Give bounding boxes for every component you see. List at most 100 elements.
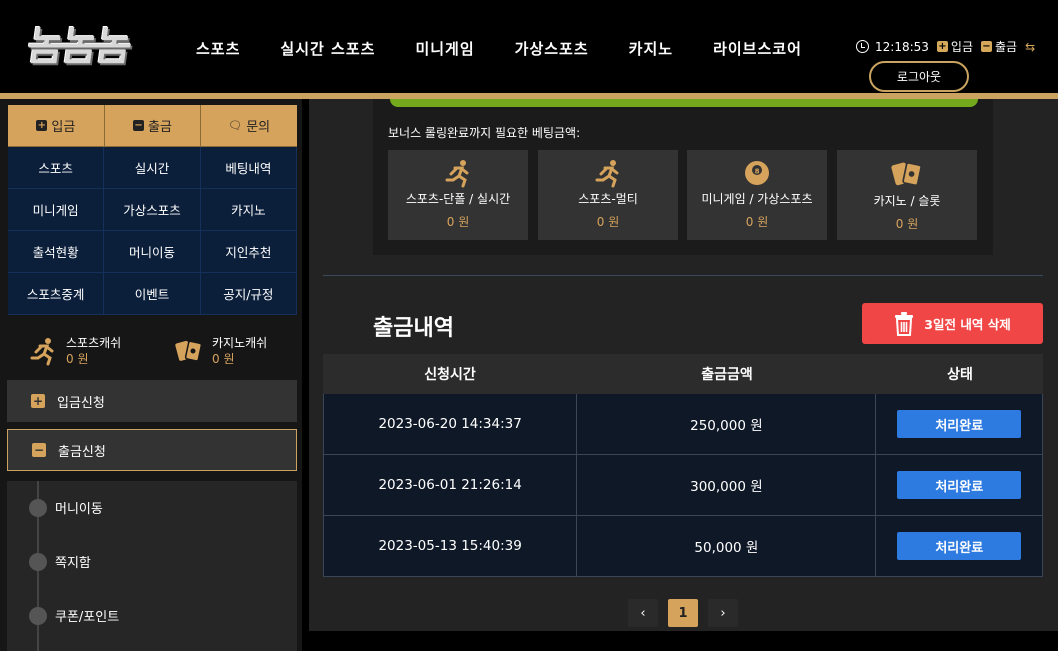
bonus-card-value: 0 원 [596, 215, 620, 229]
nav-minigame[interactable]: 미니게임 [415, 38, 474, 59]
menu-minigame[interactable]: 미니게임 [8, 189, 105, 231]
svg-text:8: 8 [755, 168, 760, 176]
withdraw-request-button[interactable]: − 출금신청 [7, 429, 297, 471]
withdrawal-table: 신청시간 출금금액 상태 2023-06-20 14:34:37 250,000… [323, 354, 1043, 577]
quick-deposit-button[interactable]: + 입금 [8, 105, 105, 147]
sidebar-menu-grid: 스포츠 실시간 베팅내역 미니게임 가상스포츠 카지노 출석현황 머니이동 지인… [8, 147, 297, 315]
bonus-card-sports-single: 스포츠-단폴 / 실시간 0 원 [388, 150, 528, 240]
menu-sports-stream[interactable]: 스포츠중계 [8, 273, 105, 315]
cards-icon [175, 340, 203, 362]
casino-cash-label: 카지노캐쉬 [212, 336, 268, 350]
menu-attendance[interactable]: 출석현황 [8, 231, 105, 273]
nav-casino[interactable]: 카지노 [629, 38, 673, 59]
nav-live-sports[interactable]: 실시간 스포츠 [280, 38, 375, 59]
menu-bet-history[interactable]: 베팅내역 [200, 147, 297, 189]
sub-item-messages[interactable]: 쪽지함 [29, 552, 91, 571]
next-page-button[interactable]: › [708, 599, 738, 627]
plus-icon: + [36, 119, 48, 131]
top-withdraw-link[interactable]: − 출금 [981, 38, 1017, 55]
top-deposit-label: 입금 [950, 40, 973, 54]
top-deposit-link[interactable]: + 입금 [936, 38, 973, 55]
bonus-card-value: 0 원 [446, 215, 470, 229]
runner-icon [445, 160, 469, 188]
menu-notice[interactable]: 공지/규정 [200, 273, 297, 315]
sub-menu-panel: 머니이동 쪽지함 쿠폰/포인트 [7, 481, 297, 651]
bonus-card-casino: 카지노 / 슬롯 0 원 [837, 150, 977, 240]
sports-cash: 스포츠캐쉬 0 원 [28, 335, 121, 367]
site-header: 놈놈놈 스포츠 실시간 스포츠 미니게임 가상스포츠 카지노 라이브스코어 12… [0, 0, 1058, 94]
bullet-icon [29, 552, 47, 571]
cell-time: 2023-06-01 21:26:14 [324, 455, 578, 515]
sports-cash-value: 0 원 [66, 352, 89, 366]
menu-events[interactable]: 이벤트 [104, 273, 201, 315]
minus-icon: − [133, 119, 145, 131]
trash-icon [895, 311, 914, 336]
logout-button[interactable]: 로그아웃 [869, 61, 969, 92]
nav-sports[interactable]: 스포츠 [196, 38, 240, 59]
menu-virtual-sports[interactable]: 가상스포츠 [104, 189, 201, 231]
quick-deposit-label: 입금 [51, 120, 76, 135]
casino-cash: 카지노캐쉬 0 원 [174, 335, 267, 367]
minus-icon: − [981, 40, 992, 52]
pagination: ‹ 1 › [628, 599, 748, 627]
casino-cash-value: 0 원 [212, 352, 235, 366]
menu-live[interactable]: 실시간 [104, 147, 201, 189]
page-number-current[interactable]: 1 [668, 599, 698, 627]
bonus-card-title: 미니게임 / 가상스포츠 [701, 192, 813, 206]
prev-page-button[interactable]: ‹ [628, 599, 658, 627]
delete-history-button[interactable]: 3일전 내역 삭제 [862, 303, 1043, 344]
quick-inquiry-button[interactable]: 🗨 문의 [201, 105, 298, 147]
col-header-amount: 출금금액 [701, 367, 753, 383]
plus-icon: + [936, 40, 948, 52]
deposit-request-label: 입금신청 [57, 395, 105, 411]
rolling-progress-bar [390, 99, 978, 107]
minus-icon: − [32, 443, 46, 457]
ball-8-icon: 8 [745, 161, 769, 185]
delete-history-label: 3일전 내역 삭제 [924, 317, 1011, 332]
cash-balances: 스포츠캐쉬 0 원 카지노캐쉬 0 원 [0, 325, 302, 377]
nav-virtual-sports[interactable]: 가상스포츠 [515, 38, 589, 59]
chat-icon: 🗨 [228, 119, 243, 132]
cell-time: 2023-05-13 15:40:39 [324, 516, 578, 576]
sub-item-money-transfer[interactable]: 머니이동 [29, 498, 103, 517]
sub-item-label: 머니이동 [55, 502, 103, 517]
col-header-time: 신청시간 [424, 367, 476, 383]
site-logo[interactable]: 놈놈놈 [24, 18, 167, 70]
cell-status: 처리완료 [876, 394, 1042, 454]
cell-status: 처리완료 [876, 455, 1042, 515]
top-withdraw-label: 출금 [995, 40, 1018, 54]
table-row: 2023-05-13 15:40:39 50,000 원 처리완료 [323, 516, 1043, 577]
status-badge: 처리완료 [897, 410, 1022, 438]
runner-icon [30, 338, 54, 366]
sidebar: + 입금 − 출금 🗨 문의 스포츠 실시간 베팅내역 미니게임 가상스포츠 카… [0, 99, 302, 651]
clock: 12:18:53 [856, 40, 929, 54]
deposit-request-button[interactable]: + 입금신청 [7, 380, 297, 422]
bullet-icon [29, 606, 47, 625]
top-utility-bar: 12:18:53 + 입금 − 출금 ⇆ [856, 38, 1045, 55]
quick-withdraw-button[interactable]: − 출금 [104, 105, 202, 147]
bonus-card-value: 0 원 [745, 215, 769, 229]
top-transfer-link[interactable]: ⇆ [1025, 40, 1037, 54]
table-header: 신청시간 출금금액 상태 [323, 354, 1043, 394]
bonus-card-title: 스포츠-단폴 / 실시간 [405, 192, 511, 206]
bullet-icon [29, 498, 47, 517]
sub-item-coupon-point[interactable]: 쿠폰/포인트 [29, 606, 119, 625]
sub-item-label: 쪽지함 [55, 556, 91, 571]
menu-money-transfer[interactable]: 머니이동 [104, 231, 201, 273]
bonus-card-sports-multi: 스포츠-멀티 0 원 [538, 150, 678, 240]
swap-icon: ⇆ [1025, 39, 1036, 54]
table-row: 2023-06-01 21:26:14 300,000 원 처리완료 [323, 455, 1043, 516]
bonus-card-title: 카지노 / 슬롯 [873, 194, 941, 208]
menu-casino[interactable]: 카지노 [200, 189, 297, 231]
quick-inquiry-label: 문의 [246, 120, 271, 135]
nav-live-score[interactable]: 라이브스코어 [713, 38, 802, 59]
status-badge: 처리완료 [897, 471, 1022, 499]
main-nav: 스포츠 실시간 스포츠 미니게임 가상스포츠 카지노 라이브스코어 [196, 38, 802, 59]
quick-withdraw-label: 출금 [148, 120, 172, 135]
clock-time: 12:18:53 [875, 39, 929, 54]
menu-sports[interactable]: 스포츠 [8, 147, 105, 189]
cell-amount: 300,000 원 [577, 455, 877, 515]
col-header-status: 상태 [947, 367, 973, 383]
menu-referral[interactable]: 지인추천 [200, 231, 297, 273]
cell-amount: 50,000 원 [577, 516, 877, 576]
